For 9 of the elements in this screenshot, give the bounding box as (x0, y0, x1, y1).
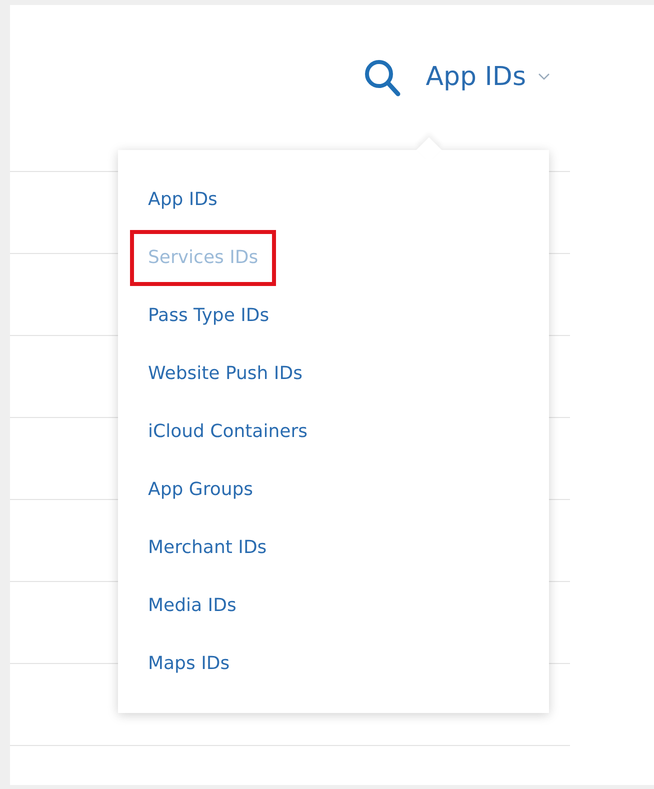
menu-item[interactable]: Maps IDs (148, 652, 230, 676)
menu-item[interactable]: Website Push IDs (148, 362, 302, 386)
menu-item[interactable]: Media IDs (148, 594, 236, 618)
menu-item[interactable]: App Groups (148, 478, 254, 502)
menu-item[interactable]: App IDs (148, 188, 218, 212)
menu-item[interactable]: Pass Type IDs (148, 304, 270, 328)
menu-item[interactable]: Merchant IDs (148, 536, 267, 560)
menu-item[interactable]: iCloud Containers (148, 420, 308, 444)
filter-dropdown[interactable]: App IDs (426, 62, 550, 92)
